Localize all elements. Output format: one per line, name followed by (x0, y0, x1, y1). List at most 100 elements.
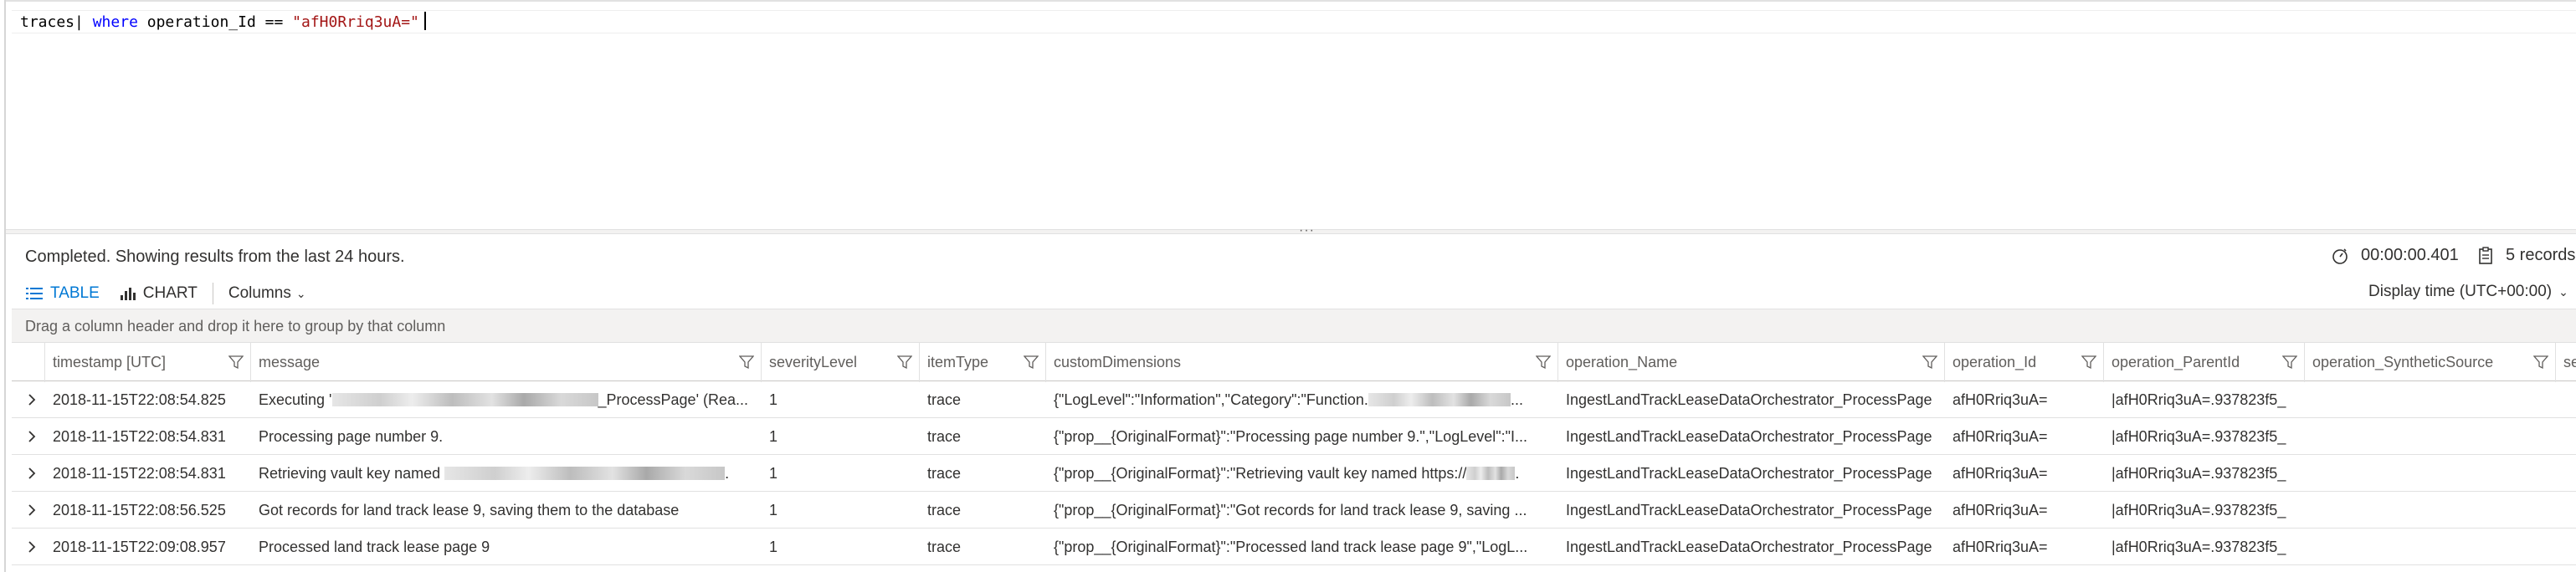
filter-funnel-icon[interactable] (2532, 355, 2549, 374)
custom-dimensions-text: {"LogLevel":"Information","Category":"Fu… (1054, 391, 1368, 408)
cell-custom-dimensions: {"prop__{OriginalFormat}":"Got records f… (1046, 492, 1558, 529)
table-row[interactable]: 2018-11-15T22:08:56.525 Got records for … (12, 492, 2576, 529)
cell-operation-parent-id: |afH0Rriq3uA=.937823f5_ (2112, 539, 2286, 555)
filter-funnel-icon[interactable] (2281, 355, 2298, 374)
cell-operation-id: afH0Rriq3uA= (1953, 465, 2048, 482)
cell-custom-dimensions: {"prop__{OriginalFormat}":"Retrieving va… (1046, 455, 1558, 492)
cell-timestamp: 2018-11-15T22:09:08.957 (53, 539, 226, 555)
cell-operation-name: IngestLandTrackLeaseDataOrchestrator_Pro… (1566, 465, 1932, 482)
table-row[interactable]: 2018-11-15T22:08:54.831 Retrieving vault… (12, 455, 2576, 492)
cell-operation-name: IngestLandTrackLeaseDataOrchestrator_Pro… (1566, 539, 1932, 555)
cell-item-type: trace (927, 428, 962, 445)
filter-funnel-icon[interactable] (896, 355, 913, 374)
results-pane: Completed. Showing results from the last… (6, 234, 2576, 572)
cell-operation-id: afH0Rriq3uA= (1953, 428, 2048, 445)
column-header-operation-synthetic-source[interactable]: operation_SyntheticSource (2305, 343, 2556, 382)
redacted-text (444, 467, 726, 480)
column-header-timestamp[interactable]: timestamp [UTC] (45, 343, 251, 382)
column-header-label: customDimensions (1054, 354, 1182, 370)
cell-operation-parent-id: |afH0Rriq3uA=.937823f5_ (2112, 391, 2286, 408)
column-header-label: itemType (927, 354, 989, 370)
results-toolbar: TABLE CHART Columns ⌄ (25, 281, 306, 306)
message-text-tail: _ProcessPage' (Rea... (598, 391, 749, 408)
query-keyword-token: where (92, 13, 138, 31)
chevron-right-icon[interactable] (23, 539, 40, 555)
redacted-text (331, 393, 598, 406)
column-header-item-type[interactable]: itemType (920, 343, 1046, 382)
group-by-hint: Drag a column header and drop it here to… (25, 318, 446, 335)
filter-funnel-icon[interactable] (228, 355, 244, 374)
cell-message: Processed land track lease page 9 (251, 529, 762, 565)
chevron-right-icon[interactable] (23, 428, 40, 445)
cell-severity-level: 1 (769, 539, 778, 555)
cell-custom-dimensions: {"prop__{OriginalFormat}":"Processing pa… (1046, 418, 1558, 455)
display-time-dropdown[interactable]: Display time (UTC+00:00) ⌄ (2368, 283, 2568, 301)
cell-severity-level: 1 (769, 428, 778, 445)
column-header-message[interactable]: message (251, 343, 762, 382)
cell-operation-name: IngestLandTrackLeaseDataOrchestrator_Pro… (1566, 428, 1932, 445)
cell-item-type: trace (927, 391, 962, 408)
cell-operation-id: afH0Rriq3uA= (1953, 502, 2048, 518)
query-line[interactable]: traces| where operation_Id == "afH0Rriq3… (20, 12, 426, 33)
group-by-drop-zone[interactable]: Drag a column header and drop it here to… (12, 309, 2576, 342)
cell-message: Executing ' _ProcessPage' (Rea... (251, 381, 762, 418)
custom-dimensions-tail: . (1515, 465, 1520, 482)
query-duration-value: 00:00:00.401 (2361, 246, 2459, 264)
cell-timestamp: 2018-11-15T22:08:54.831 (53, 465, 226, 482)
message-text-tail: . (725, 465, 730, 482)
cell-operation-name: IngestLandTrackLeaseDataOrchestrator_Pro… (1566, 391, 1932, 408)
redacted-text (1466, 467, 1516, 480)
chevron-right-icon[interactable] (23, 465, 40, 482)
cell-custom-dimensions: {"prop__{OriginalFormat}":"Processed lan… (1046, 529, 1558, 565)
text-caret (423, 12, 426, 30)
custom-dimensions-text: {"prop__{OriginalFormat}":"Retrieving va… (1054, 465, 1467, 482)
filter-funnel-icon[interactable] (2081, 355, 2097, 374)
column-header-label: message (259, 354, 321, 370)
log-analytics-query-window: traces| where operation_Id == "afH0Rriq3… (0, 0, 2576, 572)
message-text: Got records for land track lease 9, savi… (259, 502, 680, 518)
cell-timestamp: 2018-11-15T22:08:54.825 (53, 391, 226, 408)
query-operator-token: == (264, 13, 284, 31)
columns-dropdown[interactable]: Columns ⌄ (228, 284, 306, 303)
cell-message: Got records for land track lease 9, savi… (251, 492, 762, 529)
column-header-session-id[interactable]: session_I (2556, 343, 2576, 382)
cell-message: Retrieving vault key named . (251, 455, 762, 492)
custom-dimensions-tail: ... (1510, 391, 1523, 408)
cell-item-type: trace (927, 502, 962, 518)
column-header-severity-level[interactable]: severityLevel (762, 343, 920, 382)
chevron-down-icon: ⌄ (2558, 284, 2568, 299)
filter-funnel-icon[interactable] (1023, 355, 1039, 374)
cell-severity-level: 1 (769, 502, 778, 518)
filter-funnel-icon[interactable] (1922, 355, 1938, 374)
column-header-custom-dimensions[interactable]: customDimensions (1046, 343, 1558, 382)
cell-operation-parent-id: |afH0Rriq3uA=.937823f5_ (2112, 428, 2286, 445)
query-duration: 00:00:00.401 (2331, 246, 2459, 265)
chevron-right-icon[interactable] (23, 502, 40, 518)
column-header-operation-id[interactable]: operation_Id (1945, 343, 2104, 382)
table-row[interactable]: 2018-11-15T22:08:54.831 Processing page … (12, 418, 2576, 455)
column-header-operation-name[interactable]: operation_Name (1558, 343, 1945, 382)
record-count: 5 records (2477, 246, 2575, 265)
message-text: Processed land track lease page 9 (259, 539, 490, 555)
table-row[interactable]: 2018-11-15T22:08:54.825 Executing ' _Proc… (12, 381, 2576, 418)
chevron-down-icon: ⌄ (295, 286, 306, 300)
column-header-operation-parent-id[interactable]: operation_ParentId (2104, 343, 2305, 382)
results-grid: timestamp [UTC] message severityLevel it… (12, 342, 2576, 572)
cell-severity-level: 1 (769, 465, 778, 482)
cell-operation-name: IngestLandTrackLeaseDataOrchestrator_Pro… (1566, 502, 1932, 518)
message-text: Retrieving vault key named (259, 465, 445, 482)
cell-timestamp: 2018-11-15T22:08:56.525 (53, 502, 226, 518)
cell-item-type: trace (927, 465, 962, 482)
column-header-label: operation_SyntheticSource (2312, 354, 2494, 370)
chevron-right-icon[interactable] (23, 391, 40, 408)
filter-funnel-icon[interactable] (738, 355, 755, 374)
table-view-button[interactable]: TABLE (25, 284, 100, 303)
expander-column-header (12, 343, 45, 382)
table-row[interactable]: 2018-11-15T22:09:08.957 Processed land t… (12, 529, 2576, 565)
cell-item-type: trace (927, 539, 962, 555)
chart-view-button[interactable]: CHART (120, 284, 198, 303)
filter-funnel-icon[interactable] (1535, 355, 1552, 374)
table-view-label: TABLE (50, 284, 100, 302)
query-editor[interactable]: traces| where operation_Id == "afH0Rriq3… (6, 2, 2576, 229)
column-header-label: operation_ParentId (2112, 354, 2240, 370)
